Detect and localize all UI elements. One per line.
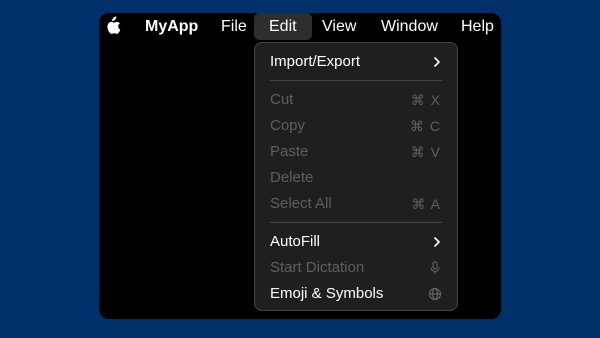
menu-item-start-dictation[interactable]: Start Dictation — [255, 256, 457, 280]
start-dictation-label: Start Dictation — [270, 259, 365, 276]
menu-file[interactable]: File — [221, 13, 247, 40]
menu-item-select-all[interactable]: Select All ⌘ A — [255, 192, 457, 216]
menu-edit[interactable]: Edit — [254, 13, 312, 40]
cut-label: Cut — [270, 91, 294, 108]
autofill-label: AutoFill — [270, 233, 321, 250]
copy-label: Copy — [270, 117, 306, 134]
menu-separator — [270, 80, 442, 81]
chevron-right-icon — [434, 57, 440, 67]
menu-item-emoji-symbols[interactable]: Emoji & Symbols — [255, 282, 457, 306]
select-all-shortcut: ⌘ A — [411, 196, 441, 212]
menu-help[interactable]: Help — [461, 13, 494, 40]
copy-shortcut: ⌘ C — [410, 118, 441, 134]
microphone-icon — [430, 261, 440, 274]
select-all-label: Select All — [270, 195, 332, 212]
paste-label: Paste — [270, 143, 309, 160]
globe-icon — [428, 287, 442, 301]
apple-icon[interactable] — [105, 16, 121, 36]
menu-item-cut[interactable]: Cut ⌘ X — [255, 88, 457, 112]
menu-separator — [270, 222, 442, 223]
menu-window[interactable]: Window — [381, 13, 438, 40]
menu-bar: MyApp File Edit View Window Help — [99, 13, 501, 40]
cut-shortcut: ⌘ X — [410, 92, 441, 108]
menu-view[interactable]: View — [322, 13, 356, 40]
chevron-right-icon — [434, 237, 440, 247]
menu-item-autofill[interactable]: AutoFill — [255, 230, 457, 254]
menu-item-copy[interactable]: Copy ⌘ C — [255, 114, 457, 138]
menu-item-delete[interactable]: Delete — [255, 166, 457, 190]
paste-shortcut: ⌘ V — [410, 144, 441, 160]
menu-app-name[interactable]: MyApp — [145, 13, 198, 40]
emoji-symbols-label: Emoji & Symbols — [270, 285, 384, 302]
edit-menu-dropdown: Import/Export Cut ⌘ X Copy ⌘ C Paste ⌘ V… — [254, 42, 458, 311]
import-export-label: Import/Export — [270, 53, 361, 70]
delete-label: Delete — [270, 169, 314, 186]
menu-item-import-export[interactable]: Import/Export — [255, 50, 457, 74]
menu-item-paste[interactable]: Paste ⌘ V — [255, 140, 457, 164]
